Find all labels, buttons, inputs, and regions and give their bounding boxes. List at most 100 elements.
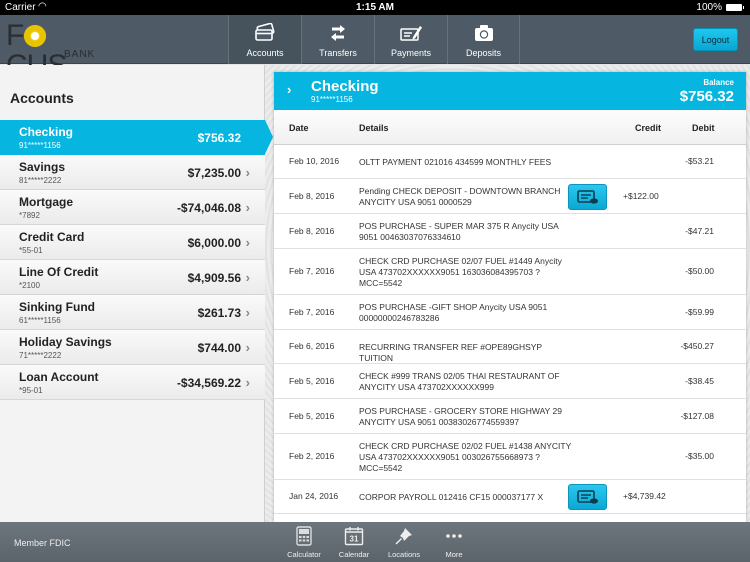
account-balance: -$74,046.08: [176, 201, 241, 215]
transaction-date: Feb 5, 2016: [289, 410, 335, 421]
account-number: 71*****2222: [19, 351, 62, 360]
transaction-details: RECURRING TRANSFER REF #OPE89GHSYP TUITI…: [359, 341, 542, 363]
tool-more[interactable]: More: [429, 525, 479, 559]
logo-subtitle: BANK: [64, 49, 96, 60]
transaction-details: POS PURCHASE - SUPER MAR 375 R Anycity U…: [359, 220, 559, 242]
transactions-header: Date Details Credit Debit: [274, 110, 746, 145]
transaction-credit: +$4,739.42: [623, 491, 666, 501]
check-image-icon: [576, 490, 598, 504]
account-balance: $756.32: [197, 131, 241, 145]
transfer-arrows-icon: [328, 23, 348, 43]
transaction-row[interactable]: Feb 5, 2016 CHECK #999 TRANS 02/05 THAI R…: [274, 364, 746, 399]
main-nav: Accounts Transfers Payments Deposits: [228, 15, 520, 64]
transaction-debit: -$35.00: [685, 451, 714, 461]
calendar-icon: 31: [344, 525, 364, 547]
column-details: Details: [359, 123, 389, 133]
nav-payments[interactable]: Payments: [374, 15, 447, 64]
transaction-row[interactable]: Feb 2, 2016 CHECK CRD PURCHASE 02/02 FUEL…: [274, 434, 746, 480]
transaction-row[interactable]: Jan 24, 2016 CORPOR PAYROLL 012416 CF15 0…: [274, 480, 746, 514]
nav-payments-label: Payments: [390, 48, 432, 58]
transaction-credit: +$122.00: [623, 190, 659, 201]
chevron-right-icon: ›: [245, 375, 250, 390]
calculator-icon: [296, 525, 312, 547]
transaction-row[interactable]: Feb 6, 2016 RECURRING TRANSFER REF #OPE89…: [274, 330, 746, 364]
transaction-debit: -$59.99: [685, 306, 714, 317]
transaction-row[interactable]: Feb 10, 2016 OLTT PAYMENT 021016 434599 M…: [274, 145, 746, 179]
transaction-date: Feb 7, 2016: [289, 306, 335, 317]
account-item-mortgage[interactable]: Mortgage *7892 -$74,046.08 ›: [0, 190, 265, 225]
transaction-details: CHECK CRD PURCHASE 02/07 FUEL #1449 Anyc…: [359, 255, 562, 288]
view-check-image-button[interactable]: [568, 484, 607, 510]
transaction-date: Feb 6, 2016: [289, 341, 335, 351]
app-footer: Member FDIC Calculator 31 Calendar Locat…: [0, 522, 750, 562]
transaction-debit: -$53.21: [685, 156, 714, 166]
column-date: Date: [289, 123, 309, 133]
transaction-row[interactable]: Feb 7, 2016 CHECK CRD PURCHASE 02/07 FUEL…: [274, 249, 746, 295]
accounts-title: Accounts: [10, 90, 74, 106]
nav-accounts[interactable]: Accounts: [228, 15, 301, 64]
detail-account-title: Checking: [311, 78, 379, 95]
member-fdic-label: Member FDIC: [14, 538, 71, 548]
check-pen-icon: [399, 23, 423, 43]
transaction-row[interactable]: Feb 7, 2016 POS PURCHASE -GIFT SHOP Anyci…: [274, 295, 746, 330]
account-detail-header[interactable]: › Checking 91*****1156 Balance $756.32: [274, 72, 746, 110]
transaction-date: Jan 24, 2016: [289, 491, 339, 501]
nav-deposits-label: Deposits: [465, 48, 501, 58]
transaction-details: CHECK CRD PURCHASE 02/02 FUEL #1438 ANYC…: [359, 440, 572, 473]
chevron-right-icon: ›: [245, 200, 250, 215]
tool-more-label: More: [445, 550, 463, 559]
transaction-debit: -$38.45: [685, 375, 714, 386]
account-name: Checking: [19, 125, 74, 139]
account-item-holiday-savings[interactable]: Holiday Savings 71*****2222 $744.00 ›: [0, 330, 265, 365]
account-name: Loan Account: [19, 370, 99, 384]
battery-percent: 100%: [696, 2, 722, 13]
account-item-sinking-fund[interactable]: Sinking Fund 61*****1156 $261.73 ›: [0, 295, 265, 330]
transaction-date: Feb 8, 2016: [289, 190, 335, 201]
tool-locations[interactable]: Locations: [379, 525, 429, 559]
account-item-credit-card[interactable]: Credit Card *55-01 $6,000.00 ›: [0, 225, 265, 260]
account-number: *2100: [19, 281, 40, 290]
account-balance: $6,000.00: [187, 236, 241, 250]
more-dots-icon: [445, 525, 463, 547]
balance-label: Balance: [703, 78, 734, 87]
column-credit: Credit: [635, 123, 662, 133]
nav-accounts-label: Accounts: [246, 48, 284, 58]
tool-calculator[interactable]: Calculator: [279, 525, 329, 559]
transaction-details: POS PURCHASE -GIFT SHOP Anycity USA 9051…: [359, 301, 548, 323]
transaction-debit: -$50.00: [685, 266, 714, 276]
transactions-list: Feb 10, 2016 OLTT PAYMENT 021016 434599 M…: [274, 145, 746, 514]
account-item-line-of-credit[interactable]: Line Of Credit *2100 $4,909.56 ›: [0, 260, 265, 295]
account-name: Sinking Fund: [19, 300, 95, 314]
detail-account-number: 91*****1156: [311, 95, 353, 104]
transaction-debit: -$450.27: [680, 341, 714, 351]
account-number: *55-01: [19, 246, 43, 255]
clock: 1:15 AM: [356, 2, 394, 13]
logout-button[interactable]: Logout: [693, 28, 738, 51]
chevron-right-icon: ›: [245, 305, 250, 320]
tool-calendar[interactable]: 31 Calendar: [329, 525, 379, 559]
battery-icon: [726, 4, 744, 11]
account-name: Savings: [19, 160, 66, 174]
account-item-savings[interactable]: Savings 81*****2222 $7,235.00 ›: [0, 155, 265, 190]
transaction-debit: -$127.08: [680, 410, 714, 421]
footer-tools: Calculator 31 Calendar Locations More: [279, 525, 479, 559]
transaction-details: Pending CHECK DEPOSIT - DOWNTOWN BRANCH …: [359, 185, 561, 207]
account-name: Mortgage: [19, 195, 73, 209]
transaction-details: POS PURCHASE - GROCERY STORE HIGHWAY 29 …: [359, 405, 562, 427]
nav-deposits[interactable]: Deposits: [447, 15, 520, 64]
account-name: Holiday Savings: [19, 335, 112, 349]
camera-icon: [473, 23, 495, 43]
transaction-details: OLTT PAYMENT 021016 434599 MONTHLY FEES: [359, 156, 552, 167]
transaction-row[interactable]: Feb 5, 2016 POS PURCHASE - GROCERY STORE …: [274, 399, 746, 434]
nav-transfers[interactable]: Transfers: [301, 15, 374, 64]
view-check-image-button[interactable]: [568, 183, 607, 210]
transaction-row[interactable]: Feb 8, 2016 POS PURCHASE - SUPER MAR 375 …: [274, 214, 746, 249]
account-item-loan-account[interactable]: Loan Account *95-01 -$34,569.22 ›: [0, 365, 265, 400]
chevron-right-icon: ›: [245, 165, 250, 180]
transaction-date: Feb 8, 2016: [289, 225, 335, 236]
account-item-checking[interactable]: Checking 91*****1156 $756.32: [0, 120, 273, 155]
transaction-row[interactable]: Feb 8, 2016 Pending CHECK DEPOSIT - DOWNT…: [274, 179, 746, 214]
account-number: *95-01: [19, 386, 43, 395]
account-balance: $7,235.00: [187, 166, 241, 180]
transaction-date: Feb 5, 2016: [289, 375, 335, 386]
